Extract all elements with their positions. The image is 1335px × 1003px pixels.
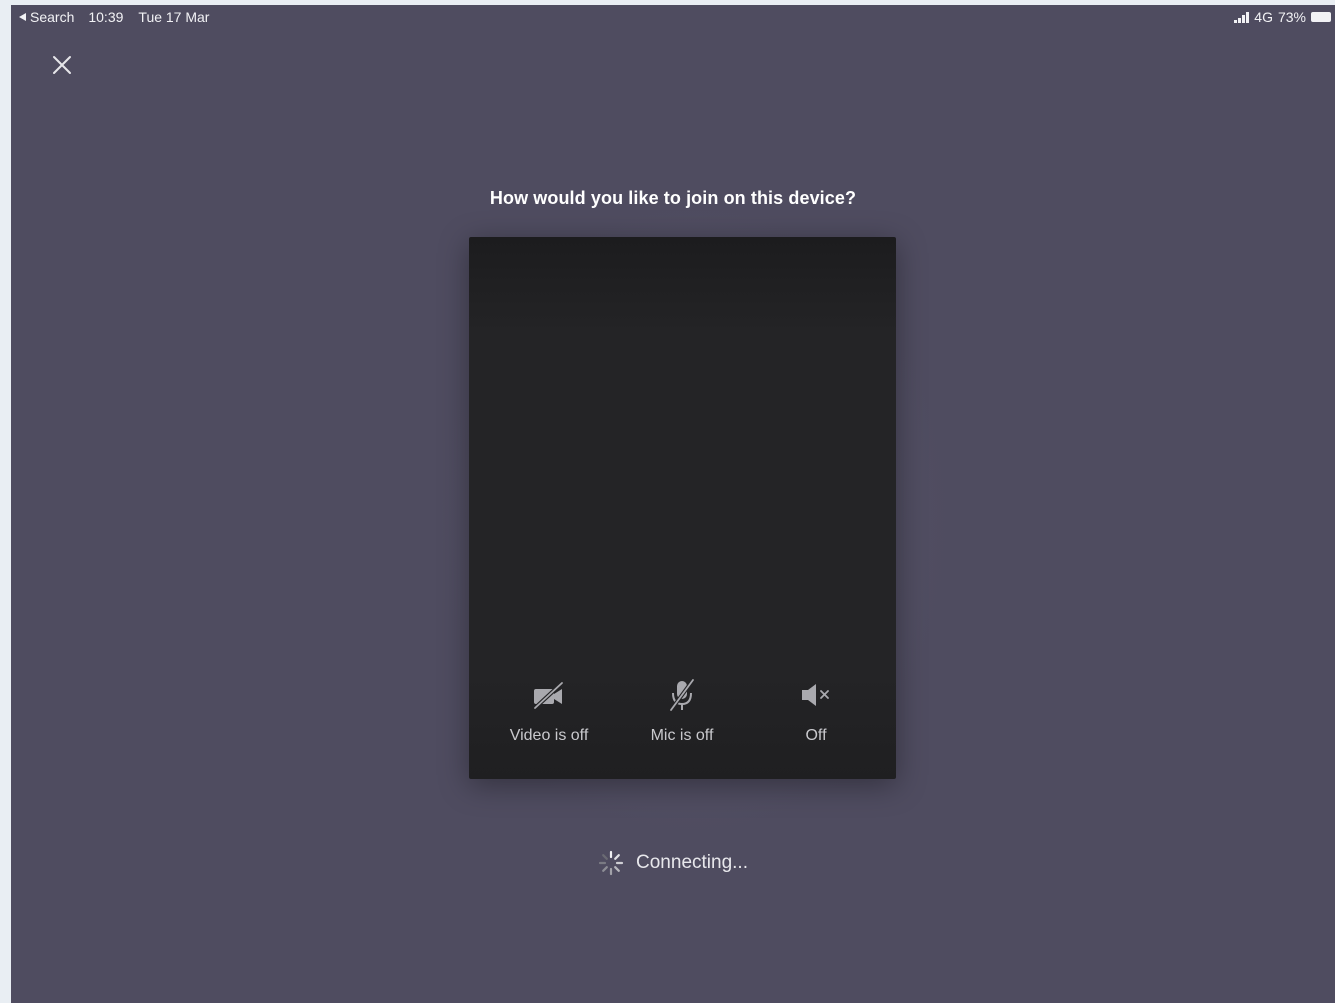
join-meeting-screen: Search 10:39 Tue 17 Mar 4G 73% How would…: [11, 5, 1335, 1003]
status-left: Search 10:39 Tue 17 Mar: [19, 9, 209, 25]
video-preview: Video is off Mic is off Off: [469, 237, 896, 779]
status-time: 10:39: [88, 9, 124, 25]
status-date: Tue 17 Mar: [138, 9, 210, 25]
back-to-app-button[interactable]: Search: [19, 9, 74, 25]
close-icon: [53, 56, 71, 74]
close-button[interactable]: [49, 52, 75, 78]
status-bar: Search 10:39 Tue 17 Mar 4G 73%: [11, 5, 1335, 29]
speaker-toggle[interactable]: Off: [756, 675, 876, 745]
spinner-icon: [598, 850, 624, 876]
status-right: 4G 73%: [1234, 9, 1331, 25]
battery-percent: 73%: [1277, 9, 1306, 25]
cellular-signal-icon: [1234, 11, 1250, 23]
video-off-icon: [529, 675, 569, 715]
video-status-label: Video is off: [509, 727, 589, 744]
back-app-label: Search: [30, 9, 75, 25]
speaker-status-label: Off: [805, 727, 827, 744]
speaker-off-icon: [796, 675, 836, 715]
mic-status-label: Mic is off: [650, 727, 714, 744]
mic-off-icon: [662, 675, 702, 715]
connecting-status: Connecting...: [11, 850, 1335, 876]
battery-icon: [1311, 12, 1331, 22]
connecting-label: Connecting...: [636, 852, 748, 873]
video-toggle[interactable]: Video is off: [489, 675, 609, 745]
network-type: 4G: [1254, 9, 1273, 25]
mic-toggle[interactable]: Mic is off: [622, 675, 742, 745]
back-arrow-icon: [19, 13, 26, 21]
